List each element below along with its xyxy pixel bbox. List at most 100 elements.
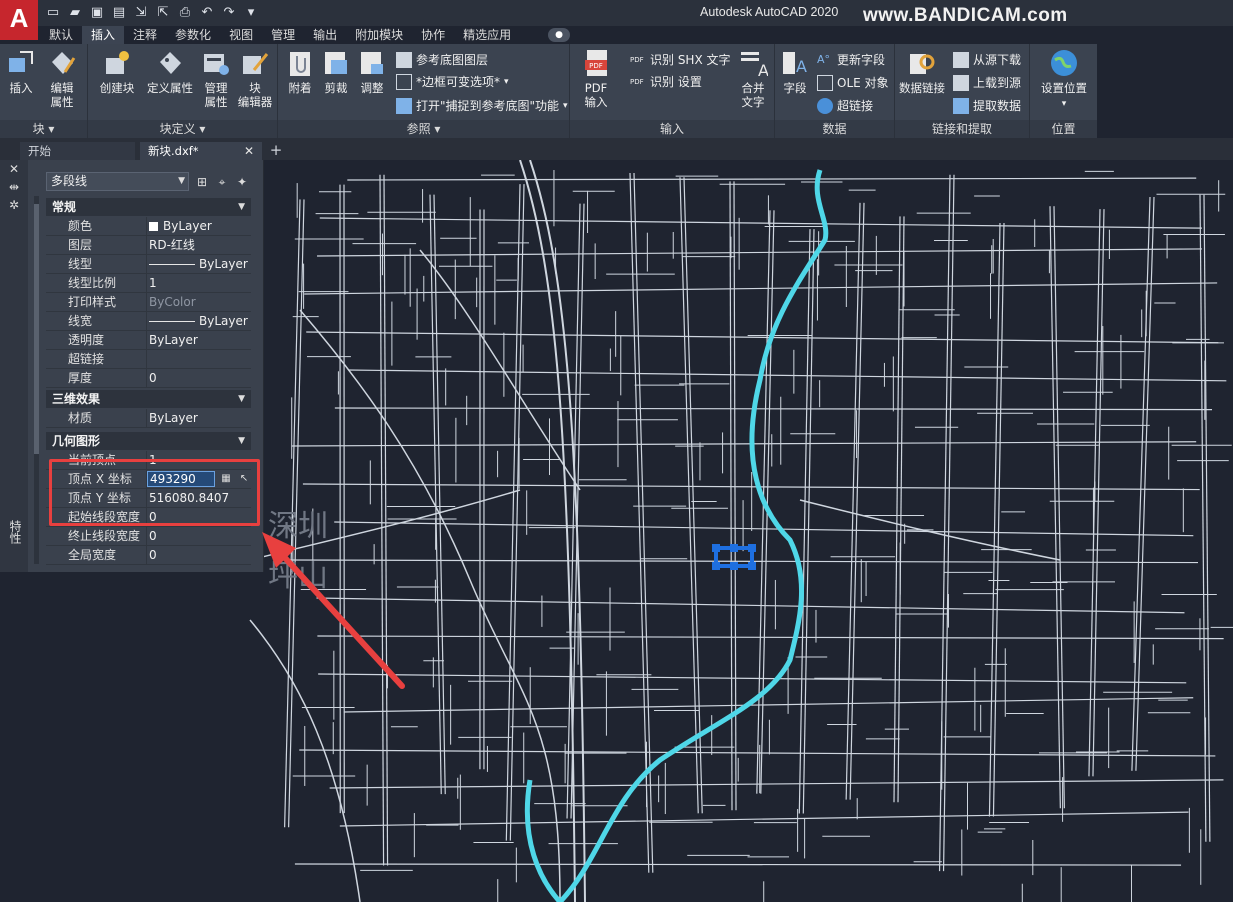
tab-addins[interactable]: 附加模块 bbox=[346, 26, 412, 44]
panel-title-block-definition[interactable]: 块定义 ▾ bbox=[88, 120, 277, 138]
prop-row[interactable]: 线宽 ByLayer bbox=[46, 312, 251, 331]
road-line bbox=[318, 673, 1187, 684]
underlay-layers-button[interactable]: 参考底图图层 bbox=[396, 50, 488, 70]
undo-icon[interactable]: ↶ bbox=[198, 4, 216, 22]
save-icon[interactable]: ▣ bbox=[88, 4, 106, 22]
recognize-settings-button[interactable]: PDF 识别 设置 bbox=[630, 72, 702, 92]
snap-underlay-icon bbox=[396, 98, 412, 114]
prop-row[interactable]: 图层 RD-红线 bbox=[46, 236, 251, 255]
ole-object-button[interactable]: OLE 对象 bbox=[817, 73, 889, 93]
tab-annotate[interactable]: 注释 bbox=[124, 26, 166, 44]
road-line bbox=[383, 174, 389, 866]
block-editor-button[interactable]: 块 编辑器 bbox=[236, 48, 274, 109]
close-icon[interactable]: ✕ bbox=[244, 142, 254, 160]
prop-row[interactable]: 线型比例 1 bbox=[46, 274, 251, 293]
panel-title-reference[interactable]: 参照 ▾ bbox=[278, 120, 569, 138]
tab-parametric[interactable]: 参数化 bbox=[166, 26, 220, 44]
tab-manage[interactable]: 管理 bbox=[262, 26, 304, 44]
define-attributes-button[interactable]: 定义属性 bbox=[144, 48, 196, 95]
palette-settings-icon[interactable]: ✲ bbox=[6, 198, 22, 212]
adjust-label: 调整 bbox=[360, 81, 384, 95]
prop-row[interactable]: 透明度 ByLayer bbox=[46, 331, 251, 350]
download-from-source-button[interactable]: 从源下载 bbox=[953, 50, 1021, 70]
prop-row[interactable]: 打印样式 ByColor bbox=[46, 293, 251, 312]
create-block-button[interactable]: 创建块 bbox=[96, 48, 138, 95]
autocad-logo-icon[interactable]: A bbox=[0, 0, 38, 40]
insert-button[interactable]: 插入 bbox=[4, 48, 38, 95]
saveas-icon[interactable]: ▤ bbox=[110, 4, 128, 22]
dropdown-icon[interactable]: ▾ bbox=[242, 4, 260, 22]
attach-button[interactable]: 附着 bbox=[282, 48, 318, 95]
close-palette-icon[interactable]: ✕ bbox=[6, 162, 22, 176]
tab-drawing-file[interactable]: 新块.dxf* ✕ bbox=[140, 142, 262, 160]
attach-icon bbox=[290, 52, 310, 76]
set-location-button[interactable]: 设置位置 ▾ bbox=[1034, 48, 1094, 111]
section-3d-effects[interactable]: 三维效果 ▼ bbox=[46, 390, 251, 408]
tab-collaborate[interactable]: 协作 bbox=[412, 26, 454, 44]
section-general[interactable]: 常规 ▼ bbox=[46, 198, 251, 216]
grip-handle[interactable] bbox=[712, 544, 720, 552]
new-icon[interactable]: ▭ bbox=[44, 4, 62, 22]
tab-start[interactable]: 开始 bbox=[20, 142, 135, 160]
combine-text-label-2: 文字 bbox=[741, 95, 765, 109]
snap-underlay-dropdown[interactable]: 打开"捕捉到参考底图"功能 ▾ bbox=[396, 96, 568, 116]
tab-featured-apps[interactable]: 精选应用 bbox=[454, 26, 520, 44]
tab-view[interactable]: 视图 bbox=[220, 26, 262, 44]
tab-default[interactable]: 默认 bbox=[40, 26, 82, 44]
prop-row[interactable]: 厚度 0 bbox=[46, 369, 251, 388]
tab-insert[interactable]: 插入 bbox=[82, 26, 125, 44]
combine-text-button[interactable]: A 合并 文字 bbox=[734, 48, 772, 109]
select-objects-icon[interactable]: ⌖ bbox=[214, 174, 230, 190]
clip-button[interactable]: 剪裁 bbox=[318, 48, 354, 95]
update-fields-icon: A° bbox=[817, 53, 831, 66]
road-line bbox=[339, 811, 1189, 827]
data-link-label: 数据链接 bbox=[899, 81, 945, 95]
open-icon[interactable]: ▰ bbox=[66, 4, 84, 22]
autohide-icon[interactable]: ⇹ bbox=[6, 180, 22, 194]
panel-title-block[interactable]: 块 ▾ bbox=[0, 120, 87, 138]
new-tab-plus-icon[interactable]: + bbox=[268, 142, 284, 158]
import-icon[interactable]: ⇲ bbox=[132, 4, 150, 22]
frame-options-dropdown[interactable]: *边框可变选项* ▾ bbox=[396, 72, 509, 92]
ribbon-options-icon[interactable]: ● bbox=[548, 28, 570, 42]
grip-handle[interactable] bbox=[748, 562, 756, 570]
section-geometry[interactable]: 几何图形 ▼ bbox=[46, 432, 251, 450]
data-link-button[interactable]: 数据链接 bbox=[897, 48, 947, 95]
prop-row[interactable]: 超链接 bbox=[46, 350, 251, 369]
panel-title-import: 输入 bbox=[570, 120, 774, 138]
grip-handle[interactable] bbox=[730, 544, 738, 552]
adjust-button[interactable]: 调整 bbox=[354, 48, 390, 95]
palette-scrollbar[interactable] bbox=[34, 196, 39, 564]
panel-block-definition: 创建块 定义属性 管理 属性 块 编辑器 块定义 ▾ bbox=[88, 44, 278, 138]
edit-attributes-button[interactable]: 编辑 属性 bbox=[44, 48, 80, 109]
plot-icon[interactable]: ⎙ bbox=[176, 4, 194, 22]
upload-to-source-button[interactable]: 上载到源 bbox=[953, 73, 1021, 93]
recognize-shx-button[interactable]: PDF 识别 SHX 文字 bbox=[630, 50, 731, 70]
pdf-import-button[interactable]: PDF PDF 输入 bbox=[576, 48, 616, 109]
field-label: 字段 bbox=[783, 81, 807, 95]
extract-data-button[interactable]: 提取数据 bbox=[953, 96, 1021, 116]
tab-output[interactable]: 输出 bbox=[304, 26, 346, 44]
manage-attributes-button[interactable]: 管理 属性 bbox=[198, 48, 234, 109]
prop-row-global-width[interactable]: 全局宽度 0 bbox=[46, 546, 251, 565]
panel-block: 插入 编辑 属性 块 ▾ bbox=[0, 44, 88, 138]
hyperlink-button[interactable]: 超链接 bbox=[817, 96, 873, 116]
road-line bbox=[683, 177, 703, 814]
toggle-pickadd-icon[interactable]: ⊞ bbox=[194, 174, 210, 190]
grip-handle[interactable] bbox=[712, 562, 720, 570]
grip-handle[interactable] bbox=[730, 562, 738, 570]
prop-row[interactable]: 线型 ByLayer bbox=[46, 255, 251, 274]
prop-row-end-width[interactable]: 终止线段宽度 0 bbox=[46, 527, 251, 546]
prop-row[interactable]: 颜色 ByLayer bbox=[46, 217, 251, 236]
insert-label: 插入 bbox=[9, 81, 33, 95]
update-fields-button[interactable]: A° 更新字段 bbox=[817, 50, 885, 70]
object-type-select[interactable]: 多段线 ▼ bbox=[46, 172, 189, 191]
grip-handle[interactable] bbox=[748, 544, 756, 552]
prop-row[interactable]: 材质 ByLayer bbox=[46, 409, 251, 428]
scrollbar-thumb[interactable] bbox=[34, 204, 39, 454]
field-button[interactable]: A 字段 bbox=[777, 48, 813, 95]
panel-title-data: 数据 bbox=[775, 120, 894, 138]
export-icon[interactable]: ⇱ bbox=[154, 4, 172, 22]
redo-icon[interactable]: ↷ bbox=[220, 4, 238, 22]
quick-select-icon[interactable]: ✦ bbox=[234, 174, 250, 190]
